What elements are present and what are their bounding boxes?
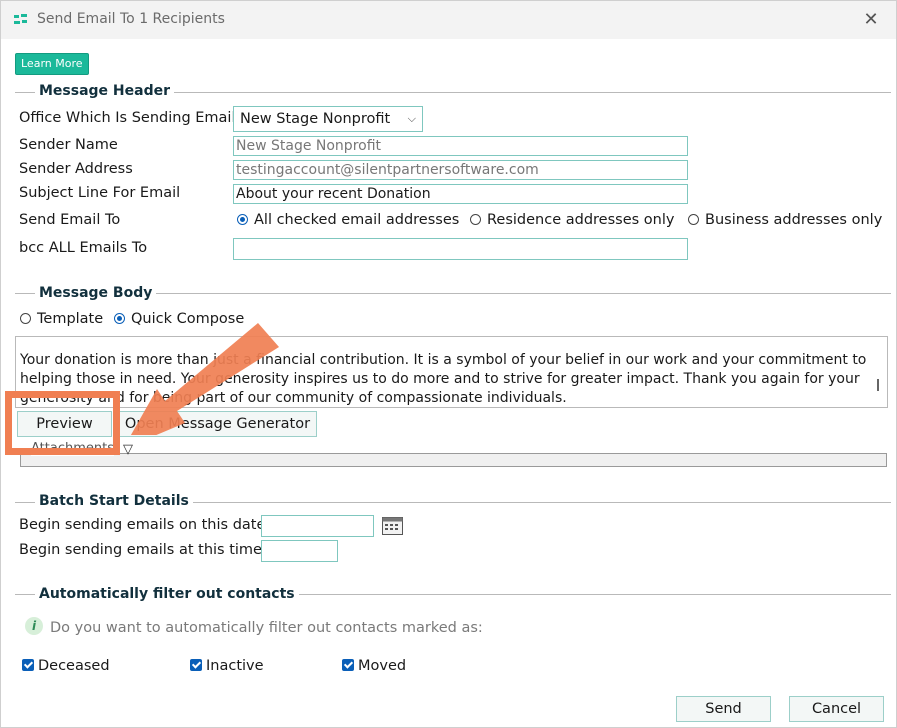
sender-address-input[interactable]: testingaccount@silentpartnersoftware.com (233, 160, 688, 180)
checkbox-label: Inactive (206, 658, 264, 674)
office-select[interactable]: New Stage Nonprofit ⌵ (233, 106, 423, 132)
checkbox-label: Deceased (38, 658, 110, 674)
checkbox-checked-icon (190, 659, 202, 671)
radio-label: Residence addresses only (487, 212, 675, 228)
message-body-title: Message Body (35, 285, 157, 301)
bcc-input[interactable] (233, 238, 688, 260)
checkbox-inactive[interactable]: Inactive (190, 658, 264, 674)
send-to-label: Send Email To (19, 212, 121, 228)
batch-start-title: Batch Start Details (35, 493, 193, 509)
window-title: Send Email To 1 Recipients (37, 11, 225, 27)
radio-label: Business addresses only (705, 212, 883, 228)
subject-input[interactable]: About your recent Donation (233, 184, 688, 204)
scrollbar-thumb[interactable] (877, 379, 879, 391)
radio-label: Quick Compose (131, 311, 245, 327)
body-text-line: generosity and for being part of our com… (20, 390, 567, 406)
checkbox-checked-icon (342, 659, 354, 671)
checkbox-checked-icon (22, 659, 34, 671)
office-label: Office Which Is Sending Email (19, 110, 236, 126)
radio-dot-selected (114, 313, 125, 324)
learn-more-button[interactable]: Learn More (15, 53, 89, 75)
filter-contacts-title: Automatically filter out contacts (35, 586, 299, 602)
radio-template[interactable]: Template (20, 311, 103, 327)
dialog-content: Learn More Message Header Office Which I… (1, 39, 896, 727)
preview-button[interactable]: Preview (17, 411, 112, 437)
radio-dot (20, 313, 31, 324)
close-icon[interactable]: ✕ (860, 9, 882, 31)
filter-question-text: Do you want to automatically filter out … (50, 620, 483, 636)
begin-date-label: Begin sending emails on this date (19, 517, 266, 533)
radio-label: All checked email addresses (254, 212, 460, 228)
body-text-line: Your donation is more than just a financ… (20, 352, 867, 368)
send-email-dialog: Send Email To 1 Recipients ✕ Learn More … (0, 0, 897, 728)
bcc-label: bcc ALL Emails To (19, 240, 148, 256)
attachments-label: Attachments (31, 441, 114, 456)
info-icon: i (25, 617, 43, 635)
radio-residence-only[interactable]: Residence addresses only (470, 212, 674, 228)
checkbox-label: Moved (358, 658, 407, 674)
radio-business-only[interactable]: Business addresses only (688, 212, 882, 228)
radio-all-checked[interactable]: All checked email addresses (237, 212, 459, 228)
message-header-title: Message Header (35, 83, 175, 99)
sender-name-input[interactable]: New Stage Nonprofit (233, 136, 688, 156)
checkbox-moved[interactable]: Moved (342, 658, 406, 674)
begin-time-label: Begin sending emails at this time (19, 542, 262, 558)
body-text-line: helping those in need. Your generosity i… (20, 371, 860, 387)
checkbox-deceased[interactable]: Deceased (22, 658, 110, 674)
cancel-button[interactable]: Cancel (789, 696, 884, 722)
radio-dot-selected (237, 214, 248, 225)
subject-label: Subject Line For Email (19, 185, 181, 201)
calendar-icon[interactable] (382, 515, 403, 535)
sender-address-label: Sender Address (19, 161, 133, 177)
attachments-bar[interactable] (20, 453, 887, 467)
sender-name-label: Sender Name (19, 137, 118, 153)
radio-quick-compose[interactable]: Quick Compose (114, 311, 244, 327)
send-button[interactable]: Send (676, 696, 771, 722)
begin-date-input[interactable] (261, 515, 374, 537)
title-bar: Send Email To 1 Recipients ✕ (1, 1, 896, 39)
message-body-textarea[interactable]: Your donation is more than just a financ… (15, 336, 888, 408)
chevron-down-icon: ⌵ (407, 112, 416, 125)
radio-dot (688, 214, 699, 225)
office-select-value: New Stage Nonprofit (240, 111, 391, 127)
expand-triangle-icon[interactable]: ▽ (123, 442, 133, 457)
open-message-generator-button[interactable]: Open Message Generator (118, 411, 317, 437)
radio-label: Template (37, 311, 104, 327)
begin-time-input[interactable] (261, 540, 338, 562)
app-logo-icon (14, 14, 27, 24)
radio-dot (470, 214, 481, 225)
